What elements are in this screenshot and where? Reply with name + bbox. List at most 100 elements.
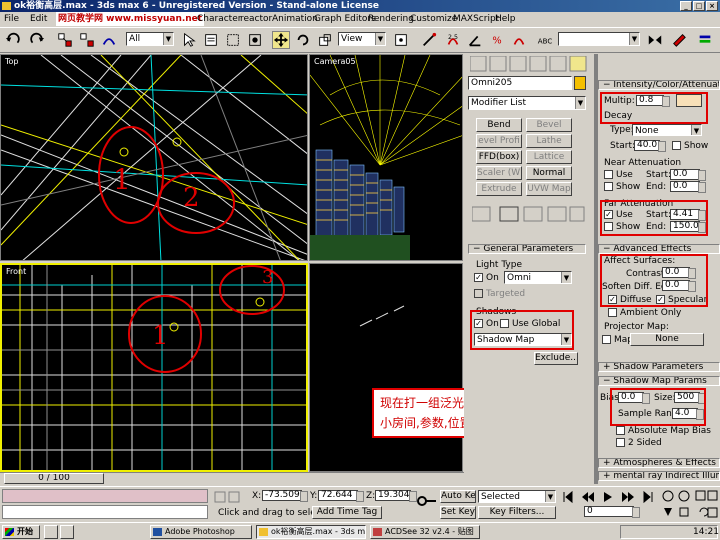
- projector-map-button[interactable]: None: [630, 333, 704, 346]
- near-start-spinner[interactable]: 0.0: [670, 169, 706, 181]
- menu-file[interactable]: File: [4, 12, 19, 26]
- align-icon[interactable]: [670, 31, 688, 49]
- object-color-swatch[interactable]: [574, 76, 586, 90]
- absolute-bias-checkbox[interactable]: [616, 426, 625, 435]
- time-slider-thumb[interactable]: 0 / 100: [4, 473, 104, 484]
- modifier-uvw-map-button[interactable]: UVW Map: [526, 182, 572, 196]
- spinner-snap-icon[interactable]: [510, 31, 528, 49]
- shadow-params-rollout[interactable]: + Shadow Parameters: [598, 362, 720, 372]
- map-checkbox[interactable]: [602, 335, 611, 344]
- decay-show-checkbox[interactable]: [672, 141, 681, 150]
- menu-customize[interactable]: Customize: [410, 12, 457, 26]
- rect-region-icon[interactable]: [224, 31, 242, 49]
- add-time-tag-button[interactable]: Add Time Tag: [312, 506, 382, 519]
- top-viewport[interactable]: Top 1 2: [0, 54, 308, 261]
- maxscript-input[interactable]: [2, 505, 208, 519]
- quicklaunch-desktop-icon[interactable]: [44, 525, 58, 539]
- light-on-checkbox[interactable]: ✓: [474, 273, 483, 282]
- menu-help[interactable]: Help: [495, 12, 516, 26]
- advanced-effects-rollout[interactable]: − Advanced Effects: [598, 244, 720, 254]
- select-manipulate-icon[interactable]: [420, 31, 438, 49]
- y-coord-field[interactable]: 72.644: [318, 490, 364, 502]
- snap-toggle-icon[interactable]: 2.5: [444, 31, 462, 49]
- menu-rendering[interactable]: Rendering: [368, 12, 414, 26]
- camera-viewport[interactable]: Camera05: [309, 54, 463, 261]
- window-crossing-icon[interactable]: [246, 31, 264, 49]
- minimize-button[interactable]: _: [680, 1, 692, 11]
- select-by-name-icon[interactable]: [202, 31, 220, 49]
- shadow-map-params-rollout[interactable]: − Shadow Map Params: [598, 376, 720, 386]
- menu-maxscript[interactable]: MAXScript: [453, 12, 499, 26]
- taskbar-item-acdsee[interactable]: ACDSee 32 v2.4 - 贴图: [370, 525, 480, 539]
- menu-graph-editors[interactable]: Graph Editors: [314, 12, 376, 26]
- start-button[interactable]: 开始: [2, 525, 40, 539]
- modifier-bend-button[interactable]: Bend: [476, 118, 522, 132]
- unlink-icon[interactable]: [78, 31, 96, 49]
- time-slider[interactable]: 0 / 100: [0, 472, 464, 485]
- set-key-button[interactable]: Set Key: [440, 506, 476, 519]
- playback-controls[interactable]: [562, 490, 658, 504]
- modifier-extrude-button[interactable]: Extrude: [476, 182, 522, 196]
- light-type-dropdown[interactable]: Omni ▼: [504, 271, 572, 284]
- edit-named-selection-icon[interactable]: ABC: [536, 31, 554, 49]
- object-name-field[interactable]: Omni205: [468, 76, 572, 90]
- near-end-spinner[interactable]: 0.0: [670, 181, 706, 193]
- ambient-checkbox[interactable]: [608, 308, 617, 317]
- redo-icon[interactable]: [28, 31, 46, 49]
- named-selection-dropdown[interactable]: ▼: [558, 32, 640, 46]
- near-use-checkbox[interactable]: [604, 170, 613, 179]
- modifier-lattice-button[interactable]: Lattice: [526, 150, 572, 164]
- maxscript-listener[interactable]: [2, 489, 208, 503]
- lock-selection-icon[interactable]: [214, 491, 244, 503]
- angle-snap-icon[interactable]: [466, 31, 484, 49]
- scale-icon[interactable]: [316, 31, 334, 49]
- modifier-lathe-button[interactable]: Lathe: [526, 134, 572, 148]
- decay-start-spinner[interactable]: 40.0: [634, 140, 666, 152]
- perspective-viewport[interactable]: [309, 263, 463, 472]
- mental-ray-rollout[interactable]: + mental ray Indirect Illumination: [598, 471, 720, 481]
- select-object-icon[interactable]: [180, 31, 198, 49]
- modifier-normal-button[interactable]: Normal: [526, 166, 572, 180]
- move-icon[interactable]: [272, 31, 290, 49]
- menu-animation[interactable]: Animation: [272, 12, 318, 26]
- layer-manager-icon[interactable]: [696, 31, 714, 49]
- modifier-bevel-button[interactable]: Bevel: [526, 118, 572, 132]
- selection-filter-dropdown[interactable]: All ▼: [126, 32, 174, 46]
- two-sided-checkbox[interactable]: [616, 438, 625, 447]
- decay-type-dropdown[interactable]: None ▼: [632, 124, 702, 136]
- auto-key-button[interactable]: Auto Key: [440, 490, 476, 503]
- targeted-checkbox[interactable]: [474, 289, 483, 298]
- rotate-icon[interactable]: [294, 31, 312, 49]
- quicklaunch-ie-icon[interactable]: [60, 525, 74, 539]
- ref-coord-dropdown[interactable]: View ▼: [338, 32, 386, 46]
- key-mode-dropdown[interactable]: Selected ▼: [478, 490, 556, 503]
- near-show-checkbox[interactable]: [604, 182, 613, 191]
- maximize-button[interactable]: □: [693, 1, 705, 11]
- modifier-bevel-profile-button[interactable]: evel Profi: [476, 134, 522, 148]
- menu-reactor[interactable]: reactor: [240, 12, 272, 26]
- x-coord-field[interactable]: -73.509: [262, 490, 308, 502]
- taskbar-item-3dsmax[interactable]: ok裕衡高层.max - 3ds m...: [256, 525, 366, 539]
- viewport-nav-controls[interactable]: [660, 489, 718, 521]
- key-filters-button[interactable]: Key Filters...: [478, 506, 556, 519]
- z-coord-field[interactable]: 19.304: [375, 490, 417, 502]
- menu-edit[interactable]: Edit: [30, 12, 47, 26]
- front-viewport[interactable]: Front 1 3: [0, 263, 308, 472]
- modifier-xform-button[interactable]: Scaler (W): [476, 166, 522, 180]
- current-frame-field[interactable]: 0: [584, 506, 640, 518]
- pivot-center-icon[interactable]: [392, 31, 410, 49]
- atmospheres-rollout[interactable]: + Atmospheres & Effects: [598, 458, 720, 468]
- modifier-list-dropdown[interactable]: Modifier List ▼: [468, 96, 586, 110]
- intensity-rollout[interactable]: − Intensity/Color/Attenuation: [598, 80, 720, 90]
- percent-snap-icon[interactable]: %: [488, 31, 506, 49]
- general-params-rollout[interactable]: − General Parameters: [468, 244, 586, 254]
- close-button[interactable]: ×: [706, 1, 718, 11]
- bind-spacewarp-icon[interactable]: [100, 31, 118, 49]
- mirror-icon[interactable]: [646, 31, 664, 49]
- taskbar-item-photoshop[interactable]: Adobe Photoshop: [150, 525, 252, 539]
- undo-icon[interactable]: [4, 31, 22, 49]
- link-icon[interactable]: [56, 31, 74, 49]
- modifier-ffd-box-button[interactable]: FFD(box): [476, 150, 522, 164]
- menu-character[interactable]: Character: [197, 12, 241, 26]
- exclude-button[interactable]: Exclude...: [534, 352, 578, 365]
